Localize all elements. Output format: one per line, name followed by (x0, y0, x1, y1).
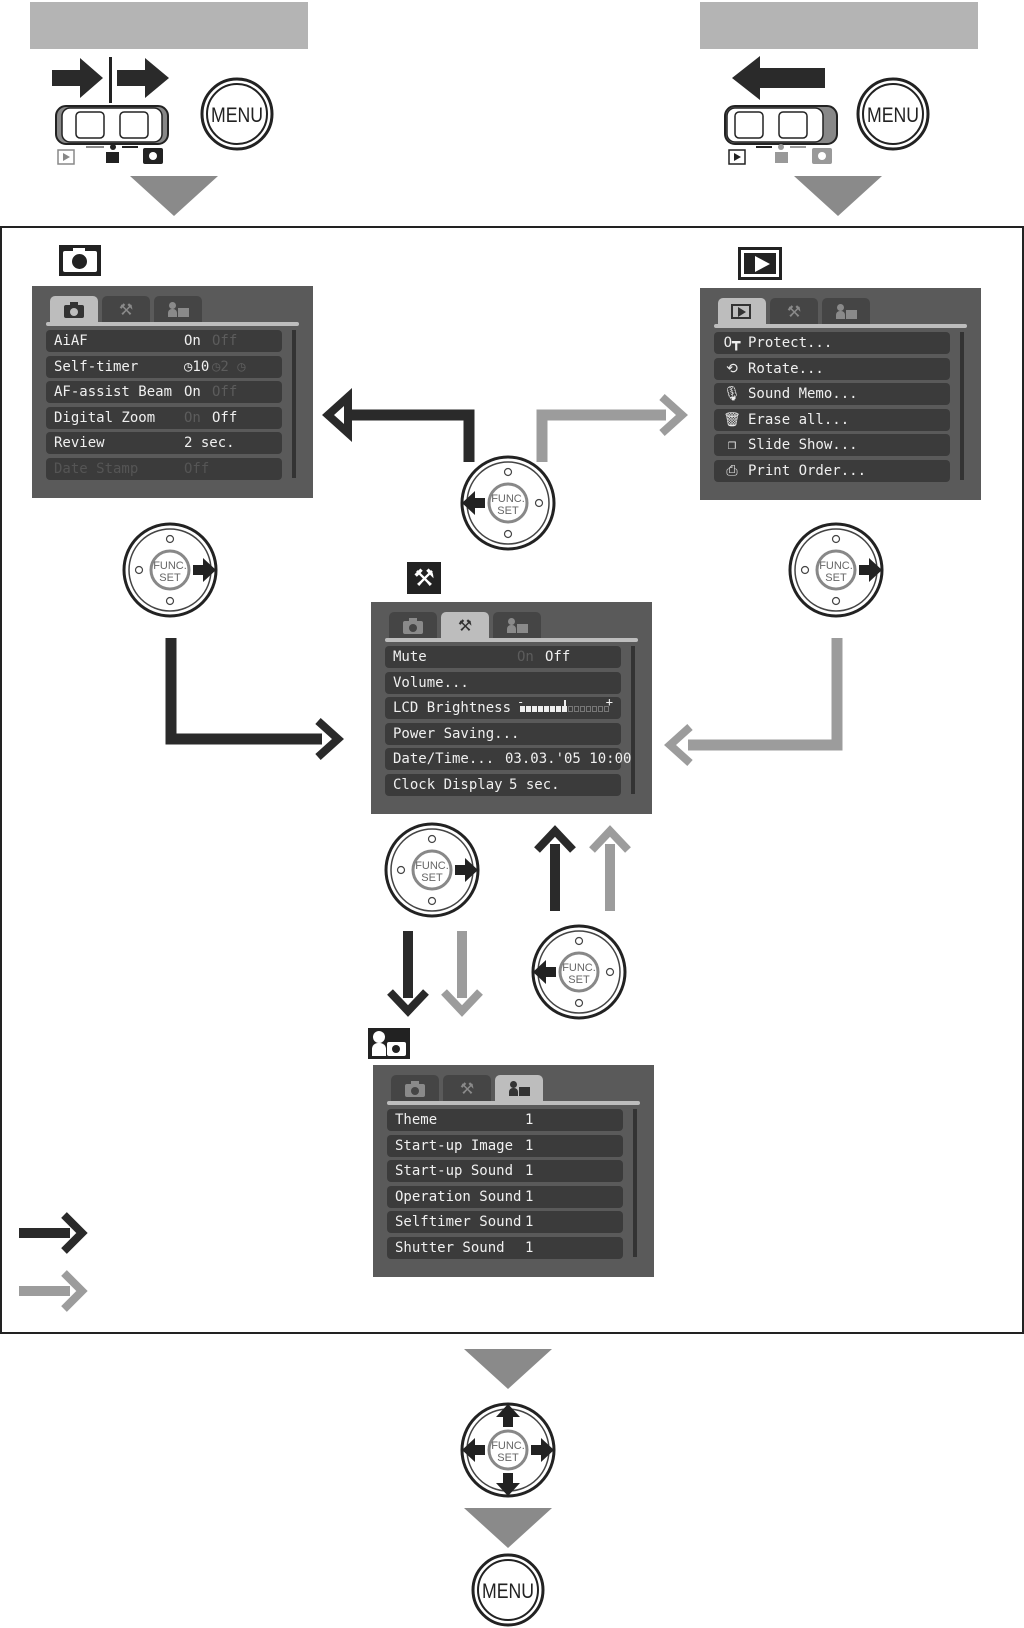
navigation-arrows: MENU (19, 388, 843, 1627)
control-dial-right-press[interactable]: FUNC. SET (787, 521, 885, 623)
set-label: SET (568, 974, 590, 986)
down-triangle-icon (464, 1349, 552, 1389)
func-label: FUNC. (491, 1440, 525, 1452)
arrow-light-to-setup-menu (688, 638, 843, 751)
arrow-light-to-playback-menu (536, 409, 666, 462)
dial-dot (574, 936, 584, 946)
dial-dot (427, 834, 437, 844)
menu-button-icon: MENU (471, 1553, 545, 1627)
func-label: FUNC. (562, 962, 596, 974)
dial-dot (534, 498, 544, 508)
dial-dot (134, 565, 144, 575)
set-label: SET (497, 1452, 519, 1464)
arrow-dark-to-shooting-menu (346, 409, 475, 462)
func-label: FUNC. (819, 560, 853, 572)
control-dial-right-press[interactable]: FUNC. SET (121, 521, 219, 623)
dial-dot (503, 467, 513, 477)
dial-dot (503, 529, 513, 539)
arrow-head-left-icon (322, 388, 352, 442)
func-label: FUNC. (153, 560, 187, 572)
dial-dot (800, 565, 810, 575)
func-label: FUNC. (491, 493, 525, 505)
dial-dot (831, 534, 841, 544)
dial-dot (165, 596, 175, 606)
set-label: SET (159, 572, 181, 584)
arrow-head-left-icon (664, 724, 693, 766)
dial-dot (396, 865, 406, 875)
set-label: SET (421, 872, 443, 884)
menu-button-label: MENU (482, 1580, 534, 1603)
arrow-dark-to-setup-menu (165, 638, 322, 745)
func-label: FUNC. (415, 860, 449, 872)
dial-dot (427, 896, 437, 906)
dial-dot (605, 967, 615, 977)
dial-dot (574, 998, 584, 1008)
dial-dot (165, 534, 175, 544)
control-dial-right-press[interactable]: FUNC. SET (383, 821, 481, 923)
down-triangle-icon (464, 1508, 552, 1548)
dial-dot (831, 596, 841, 606)
control-dial-four-way[interactable]: FUNC. SET (459, 1401, 557, 1503)
control-dial-left-press[interactable]: FUNC. SET (530, 923, 628, 1025)
set-label: SET (497, 505, 519, 517)
set-label: SET (825, 572, 847, 584)
control-dial-left-press[interactable]: FUNC. SET (459, 454, 557, 556)
